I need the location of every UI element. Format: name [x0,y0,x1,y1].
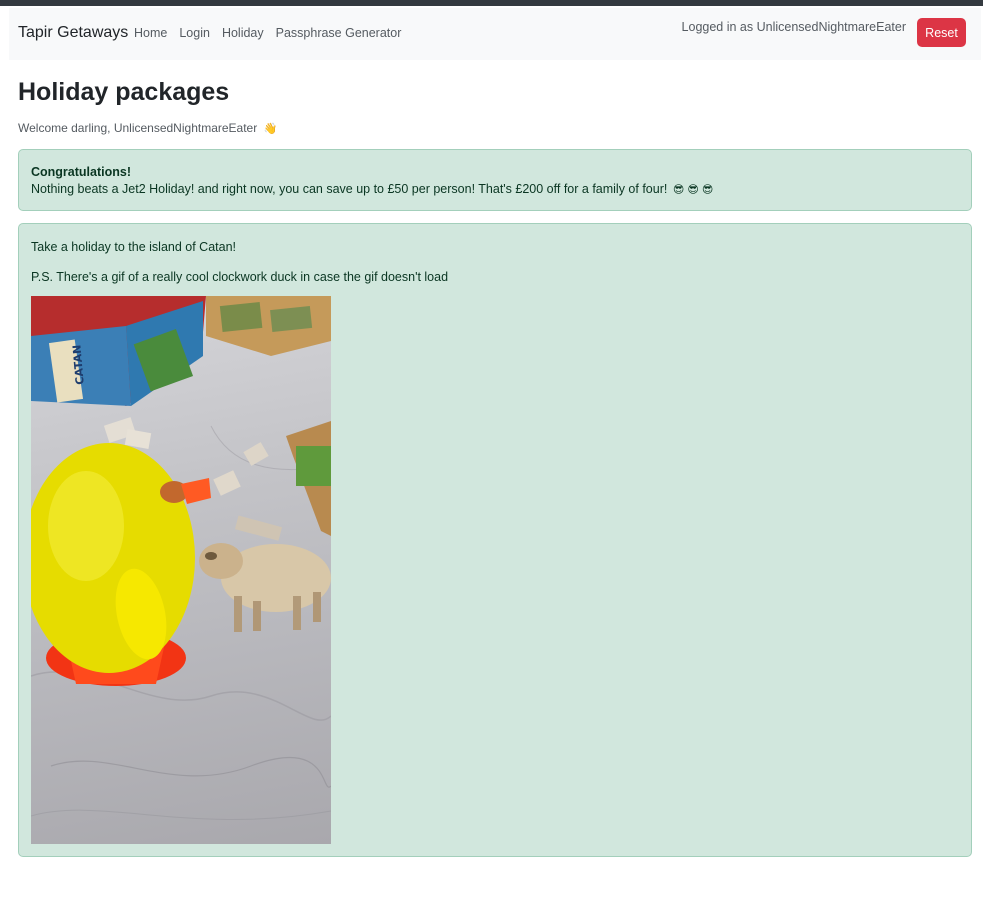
waving-hand-icon: 👋 [263,123,278,135]
catan-alert-line-2: P.S. There's a gif of a really cool cloc… [31,270,449,284]
sheep-figurine-graphic [199,543,331,632]
clockwork-duck-image: CATAN [31,296,331,844]
promo-alert-body: Nothing beats a Jet2 Holiday! and right … [31,182,668,196]
nav-links: Home Login Holiday Passphrase Generator [134,26,413,40]
window-top-strip [0,0,983,6]
promo-alert: Congratulations! Nothing beats a Jet2 Ho… [18,149,972,211]
nav-link-home[interactable]: Home [134,26,167,40]
nav-link-login[interactable]: Login [179,26,210,40]
sunglasses-emoji-icon: 😎 😎 😎 [672,184,714,196]
nav-link-passphrase-generator[interactable]: Passphrase Generator [276,26,402,40]
catan-holiday-alert: Take a holiday to the island of Catan! P… [18,223,972,857]
logged-in-status: Logged in as UnlicensedNightmareEater [681,20,906,34]
navbar-brand[interactable]: Tapir Getaways [18,24,128,42]
welcome-message: Welcome darling, UnlicensedNightmareEate… [18,121,277,135]
catan-cards-graphic [206,296,331,536]
nav-link-holiday[interactable]: Holiday [222,26,264,40]
promo-alert-heading: Congratulations! [31,165,131,179]
welcome-text: Welcome darling, UnlicensedNightmareEate… [18,121,258,135]
catan-box-graphic: CATAN [31,296,206,406]
reset-button[interactable]: Reset [917,18,966,47]
page-title: Holiday packages [18,78,230,106]
navbar: Tapir Getaways Home Login Holiday Passph… [9,8,981,60]
catan-alert-line-1: Take a holiday to the island of Catan! [31,240,236,254]
clockwork-duck-graphic [31,443,211,686]
